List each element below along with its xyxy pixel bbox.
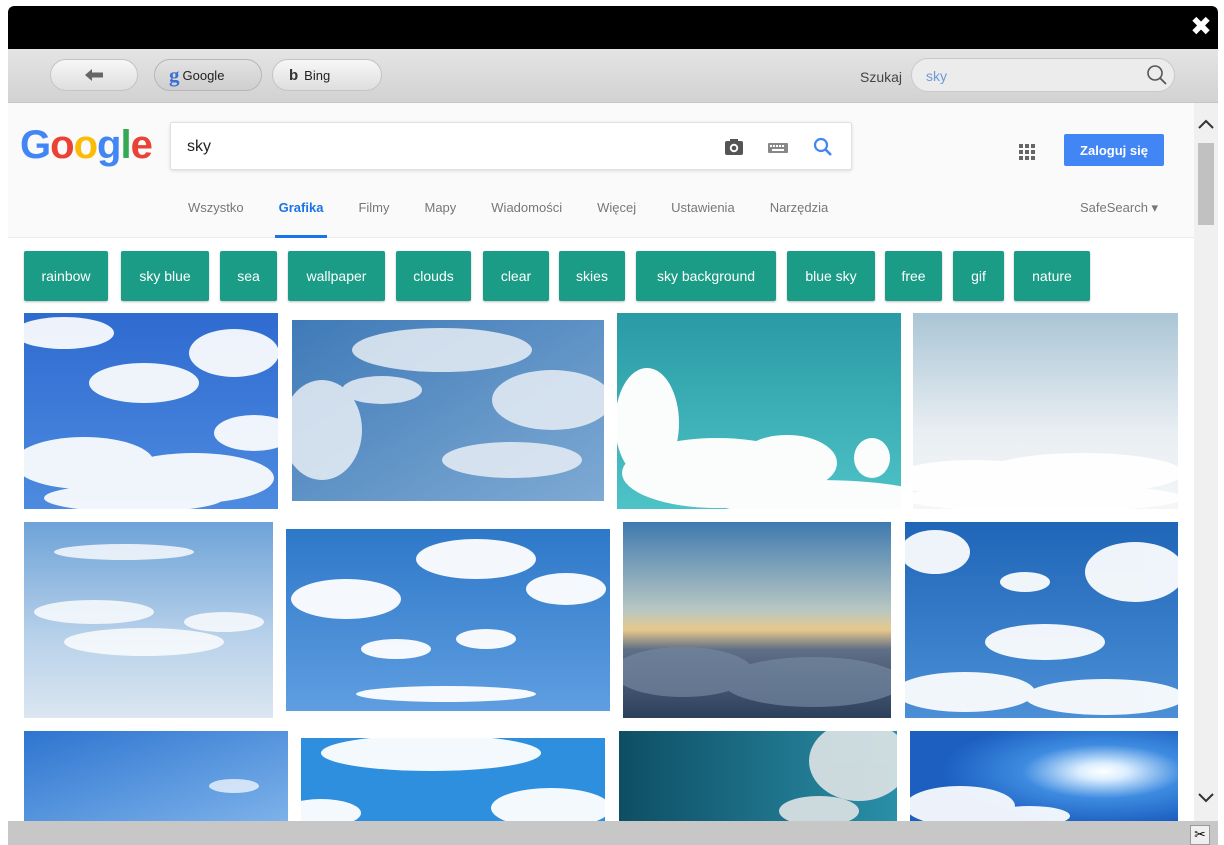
google-logo[interactable]: Google [20,123,153,167]
title-bar: ✖ [8,6,1218,49]
image-result[interactable] [292,320,604,501]
scissors-icon[interactable]: ✂ [1190,825,1210,845]
image-result[interactable] [301,738,605,821]
logo-letter: o [50,123,74,167]
chevron-up-icon[interactable] [1194,113,1218,137]
chip-sky-blue[interactable]: sky blue [121,251,209,301]
image-result[interactable] [905,522,1178,718]
chip-nature[interactable]: nature [1014,251,1090,301]
toolbar: g Google b Bing Szukaj [8,49,1218,103]
google-engine-icon: g [169,62,180,87]
logo-letter: e [130,123,153,167]
image-result[interactable] [24,522,273,718]
logo-letter: o [73,123,98,167]
search-label: Szukaj [860,69,903,85]
image-result[interactable] [24,313,278,509]
logo-letter: l [120,123,131,167]
google-engine-button[interactable]: g Google [154,59,262,91]
chevron-down-icon[interactable] [1194,785,1218,809]
chip-rainbow[interactable]: rainbow [24,251,108,301]
apps-grid-icon[interactable] [1018,143,1036,161]
logo-letter: g [97,123,121,167]
tab-maps[interactable]: Mapy [424,196,456,238]
chip-skies[interactable]: skies [559,251,625,301]
bing-engine-icon: b [289,66,299,84]
tab-news[interactable]: Wiadomości [491,196,562,238]
chip-clear[interactable]: clear [483,251,549,301]
back-button[interactable] [50,59,138,91]
chip-free[interactable]: free [885,251,942,301]
app-window: ✖ g Google b Bing Szukaj Google [8,6,1218,845]
scroll-thumb[interactable] [1198,143,1214,225]
tab-more[interactable]: Więcej [597,196,636,238]
chip-clouds[interactable]: clouds [396,251,471,301]
image-result[interactable] [286,529,610,711]
image-result[interactable] [910,731,1178,821]
chip-gif[interactable]: gif [953,251,1004,301]
login-button[interactable]: Zaloguj się [1064,134,1164,166]
camera-icon[interactable] [723,136,745,158]
bing-engine-button[interactable]: b Bing [272,59,382,91]
image-result[interactable] [619,731,897,821]
safesearch-dropdown[interactable]: SafeSearch ▾ [1080,200,1158,216]
close-icon[interactable]: ✖ [1188,14,1214,40]
logo-letter: G [20,123,51,167]
google-header: Google sky Zaloguj się Wszystko Grafika … [8,103,1194,238]
chip-blue-sky[interactable]: blue sky [787,251,875,301]
google-search-input[interactable] [187,137,667,157]
bing-engine-label: Bing [304,67,331,83]
tab-videos[interactable]: Filmy [358,196,389,238]
tab-tools[interactable]: Narzędzia [770,196,829,238]
chip-sea[interactable]: sea [220,251,277,301]
search-tabs: Wszystko Grafika Filmy Mapy Wiadomości W… [188,196,863,238]
vertical-scrollbar[interactable] [1194,103,1218,821]
browser-content: Google sky Zaloguj się Wszystko Grafika … [8,103,1218,821]
status-bar: ✂ [8,821,1218,845]
search-icon[interactable] [812,136,834,158]
image-result[interactable] [24,731,288,821]
chip-sky-background[interactable]: sky background [636,251,776,301]
arrow-left-icon [85,69,103,81]
search-box [911,58,1175,92]
keyboard-icon[interactable] [767,136,789,158]
image-result[interactable] [617,313,901,509]
tab-images[interactable]: Grafika [274,196,328,238]
search-input[interactable] [926,67,1126,85]
tab-settings[interactable]: Ustawienia [671,196,735,238]
search-icon[interactable] [1145,63,1169,87]
tab-all[interactable]: Wszystko [188,196,244,238]
chip-wallpaper[interactable]: wallpaper [288,251,385,301]
image-result[interactable] [623,522,891,718]
image-result[interactable] [913,313,1178,509]
google-search-box [170,122,852,170]
google-engine-label: Google [182,67,225,83]
